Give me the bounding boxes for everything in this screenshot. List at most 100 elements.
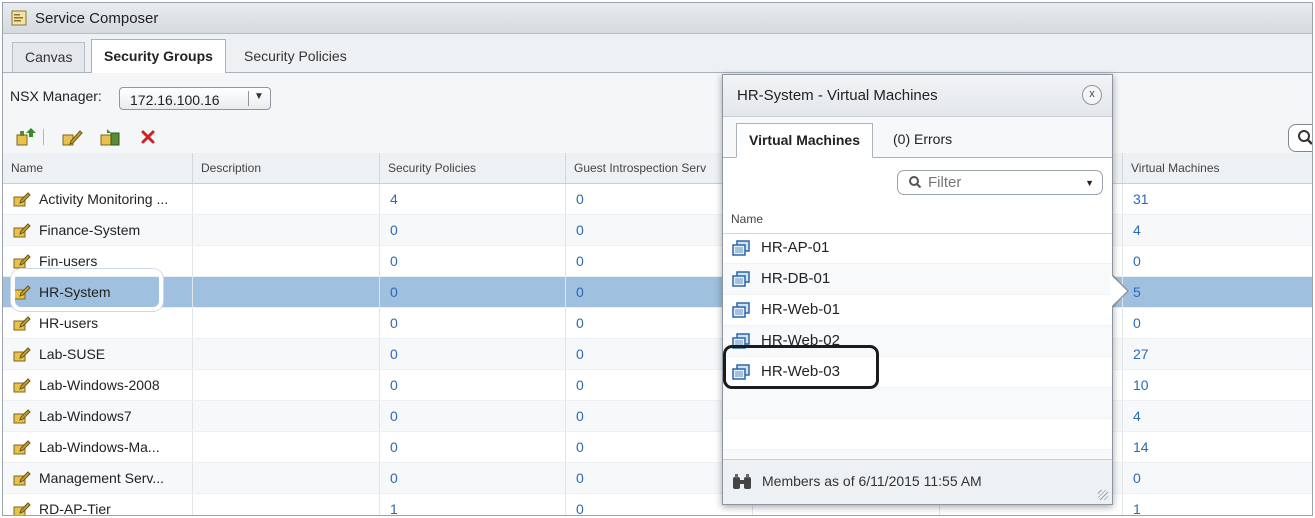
security-policies-count[interactable]: 0 xyxy=(380,215,566,245)
chevron-down-icon[interactable]: ▼ xyxy=(1085,178,1094,188)
delete-icon xyxy=(141,130,155,144)
tab-security-groups[interactable]: Security Groups xyxy=(91,39,226,73)
tab-canvas[interactable]: Canvas xyxy=(12,42,86,72)
popup-list-header: Name xyxy=(723,205,1112,234)
tab-virtual-machines[interactable]: Virtual Machines xyxy=(736,123,874,158)
column-header-description[interactable]: Description xyxy=(193,153,380,183)
tab-errors[interactable]: (0) Errors xyxy=(881,124,964,157)
virtual-machine-icon xyxy=(732,271,750,287)
delete-security-group-button[interactable] xyxy=(137,126,159,148)
select-separator xyxy=(248,91,249,106)
column-header-virtual-machines[interactable]: Virtual Machines xyxy=(1123,153,1312,183)
security-group-name[interactable]: Finance-System xyxy=(3,215,193,245)
grid-search-button[interactable] xyxy=(1288,124,1312,152)
security-policies-count[interactable]: 0 xyxy=(380,308,566,338)
tab-security-policies[interactable]: Security Policies xyxy=(232,42,359,71)
nsx-manager-select[interactable]: 172.16.100.16 ▼ xyxy=(119,87,271,110)
list-item[interactable]: HR-DB-01 xyxy=(723,264,1112,295)
security-policies-count[interactable]: 0 xyxy=(380,370,566,400)
security-policies-count[interactable]: 0 xyxy=(380,339,566,369)
column-header-security-policies[interactable]: Security Policies xyxy=(380,153,566,183)
table-row[interactable]: Finance-System 0 0 4 xyxy=(3,215,1312,246)
nsx-manager-label: NSX Manager: xyxy=(10,88,102,104)
virtual-machines-count[interactable]: 4 xyxy=(1123,401,1312,431)
list-item[interactable]: HR-AP-01 xyxy=(723,233,1112,264)
virtual-machine-icon xyxy=(732,302,750,318)
description-cell xyxy=(193,339,380,369)
close-icon[interactable]: x xyxy=(1082,85,1102,105)
group-name-text: Lab-Windows-Ma... xyxy=(39,439,160,455)
security-group-name[interactable]: HR-users xyxy=(3,308,193,338)
security-policies-count[interactable]: 0 xyxy=(380,463,566,493)
virtual-machines-count[interactable]: 0 xyxy=(1123,246,1312,276)
virtual-machines-count[interactable]: 14 xyxy=(1123,432,1312,462)
table-row[interactable]: Management Serv... 0 0 0 xyxy=(3,463,1312,494)
service-composer-icon xyxy=(11,10,27,26)
group-name-text: Activity Monitoring ... xyxy=(39,191,169,207)
security-policies-count[interactable]: 0 xyxy=(380,432,566,462)
table-row[interactable]: Lab-Windows7 0 0 4 xyxy=(3,401,1312,432)
popup-title-bar: HR-System - Virtual Machines x xyxy=(723,75,1112,117)
description-cell xyxy=(193,401,380,431)
window-title: Service Composer xyxy=(35,9,159,27)
grid-body: Activity Monitoring ... 4 0 31 Finance-Syste… xyxy=(3,184,1312,515)
virtual-machines-count[interactable]: 1 xyxy=(1123,494,1312,515)
table-row[interactable]: Lab-Windows-2008 0 0 10 xyxy=(3,370,1312,401)
virtual-machines-count[interactable]: 5 xyxy=(1123,277,1312,307)
main-tabs: Canvas Security Groups Security Policies xyxy=(3,34,1312,73)
security-policies-count[interactable]: 0 xyxy=(380,246,566,276)
security-group-icon xyxy=(13,192,31,207)
grid-header: Name Description Security Policies Guest… xyxy=(3,153,1312,184)
security-group-name[interactable]: Activity Monitoring ... xyxy=(3,184,193,214)
new-security-group-button[interactable] xyxy=(15,126,37,148)
nsx-manager-value: 172.16.100.16 xyxy=(130,92,220,108)
security-group-icon xyxy=(13,502,31,515)
security-policies-count[interactable]: 0 xyxy=(380,401,566,431)
security-group-name[interactable]: Lab-SUSE xyxy=(3,339,193,369)
filter-input[interactable]: Filter ▼ xyxy=(897,170,1103,195)
security-group-name[interactable]: Lab-Windows-2008 xyxy=(3,370,193,400)
apply-policy-button[interactable] xyxy=(99,126,121,148)
security-policies-count[interactable]: 4 xyxy=(380,184,566,214)
security-group-name[interactable]: Lab-Windows7 xyxy=(3,401,193,431)
edit-security-group-button[interactable] xyxy=(61,126,83,148)
list-item xyxy=(723,419,1112,450)
description-cell xyxy=(193,215,380,245)
list-item[interactable]: HR-Web-01 xyxy=(723,295,1112,326)
nsx-manager-row: NSX Manager: 172.16.100.16 ▼ xyxy=(3,73,1312,117)
resize-grip-icon[interactable] xyxy=(1098,490,1108,500)
table-row[interactable]: Lab-SUSE 0 0 27 xyxy=(3,339,1312,370)
security-group-icon xyxy=(13,347,31,362)
security-group-icon xyxy=(13,254,31,269)
service-composer-panel: Service Composer Canvas Security Groups … xyxy=(2,2,1313,516)
chevron-down-icon: ▼ xyxy=(254,91,264,102)
group-name-text: HR-users xyxy=(39,315,99,331)
virtual-machines-count[interactable]: 0 xyxy=(1123,463,1312,493)
popup-title: HR-System - Virtual Machines xyxy=(737,87,938,104)
virtual-machines-count[interactable]: 0 xyxy=(1123,308,1312,338)
group-name-text: Fin-users xyxy=(39,253,98,269)
virtual-machines-count[interactable]: 31 xyxy=(1123,184,1312,214)
popup-pointer xyxy=(1110,274,1127,308)
description-cell xyxy=(193,432,380,462)
security-group-name[interactable]: Management Serv... xyxy=(3,463,193,493)
column-header-name[interactable]: Name xyxy=(731,212,763,226)
security-group-icon xyxy=(13,316,31,331)
virtual-machines-count[interactable]: 10 xyxy=(1123,370,1312,400)
apply-policy-icon xyxy=(100,129,120,146)
table-row[interactable]: Activity Monitoring ... 4 0 31 xyxy=(3,184,1312,215)
security-policies-count[interactable]: 1 xyxy=(380,494,566,515)
description-cell xyxy=(193,308,380,338)
security-policies-count[interactable]: 0 xyxy=(380,277,566,307)
security-group-name[interactable]: RD-AP-Tier xyxy=(3,494,193,515)
table-row[interactable]: HR-users 0 0 0 xyxy=(3,308,1312,339)
list-item xyxy=(723,388,1112,419)
column-header-name[interactable]: Name xyxy=(3,153,193,183)
table-row[interactable]: Lab-Windows-Ma... 0 0 14 xyxy=(3,432,1312,463)
security-group-name[interactable]: Lab-Windows-Ma... xyxy=(3,432,193,462)
table-row[interactable]: RD-AP-Tier 1 0 1 xyxy=(3,494,1312,515)
description-cell xyxy=(193,463,380,493)
title-bar: Service Composer xyxy=(3,3,1312,34)
virtual-machines-count[interactable]: 27 xyxy=(1123,339,1312,369)
virtual-machines-count[interactable]: 4 xyxy=(1123,215,1312,245)
